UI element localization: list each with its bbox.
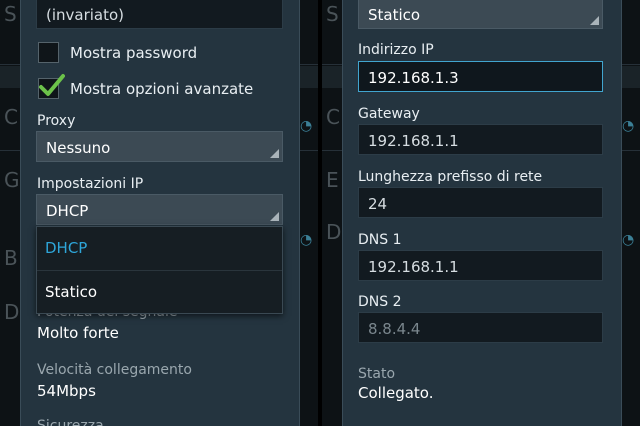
show-password-label: Mostra password (70, 44, 198, 62)
spinner-triangle-icon (270, 212, 279, 221)
security-label: Sicurezza (37, 418, 104, 426)
dns1-input[interactable]: 192.168.1.1 (358, 250, 603, 281)
bg-list-item-letter: D (326, 220, 342, 244)
dns1-label: DNS 1 (358, 232, 402, 248)
dns2-input[interactable]: 8.8.4.4 (358, 312, 603, 343)
dropdown-option-static[interactable]: Statico (37, 271, 282, 314)
gateway-label: Gateway (358, 106, 420, 122)
ip-settings-spinner[interactable]: Statico (358, 0, 603, 29)
left-screen: D B G C S ◔ ◔ (invariato) Mostra password Mo… (0, 0, 318, 426)
prefix-length-input[interactable]: 24 (358, 187, 603, 218)
wifi-lock-icon: ◔ (622, 232, 635, 248)
checkmark-icon (39, 74, 65, 96)
show-advanced-checkbox[interactable] (38, 74, 65, 99)
proxy-label: Proxy (37, 113, 76, 129)
proxy-spinner[interactable]: Nessuno (36, 131, 283, 162)
ip-settings-value: DHCP (46, 202, 89, 220)
dropdown-option-dhcp[interactable]: DHCP (37, 227, 282, 270)
status-label: Stato (358, 366, 396, 382)
wifi-dialog: Statico Indirizzo IP 192.168.1.3 Gateway… (342, 0, 622, 426)
ip-settings-label: Impostazioni IP (37, 176, 144, 192)
bg-list-item-letter: S (326, 2, 339, 26)
spinner-triangle-icon (270, 149, 279, 158)
wifi-dialog: (invariato) Mostra password Mostra opzio… (20, 0, 300, 426)
ip-address-label: Indirizzo IP (358, 42, 434, 58)
show-advanced-label: Mostra opzioni avanzate (70, 80, 254, 98)
wifi-lock-icon: ◔ (300, 118, 313, 134)
ip-settings-dropdown: DHCP Statico (36, 226, 283, 314)
password-field[interactable]: (invariato) (36, 0, 283, 29)
link-speed-label: Velocità collegamento (37, 362, 192, 378)
status-value: Collegato. (358, 384, 434, 402)
ip-address-input[interactable]: 192.168.1.3 (358, 61, 603, 92)
ip-settings-spinner[interactable]: DHCP (36, 194, 283, 225)
bg-list-item-letter: C (4, 105, 18, 129)
bg-list-item-letter: B (4, 246, 18, 270)
wifi-lock-icon: ◔ (622, 118, 635, 134)
wifi-lock-icon: ◔ (300, 232, 313, 248)
bg-list-item-letter: S (4, 2, 17, 26)
link-speed-value: 54Mbps (37, 382, 96, 400)
right-screen: D E C S ◔ ◔ Statico Indirizzo IP 192.168.1.… (322, 0, 640, 426)
proxy-value: Nessuno (46, 139, 111, 157)
gateway-input[interactable]: 192.168.1.1 (358, 124, 603, 155)
bg-list-item-letter: G (4, 168, 20, 192)
prefix-length-label: Lunghezza prefisso di rete (358, 169, 543, 185)
dns2-label: DNS 2 (358, 294, 402, 310)
ip-settings-value: Statico (368, 6, 421, 24)
signal-strength-value: Molto forte (37, 324, 119, 342)
bg-list-item-letter: D (4, 300, 20, 324)
bg-list-item-letter: C (326, 105, 340, 129)
spinner-triangle-icon (590, 16, 599, 25)
bg-list-item-letter: E (326, 168, 339, 192)
show-password-checkbox[interactable] (38, 42, 59, 63)
